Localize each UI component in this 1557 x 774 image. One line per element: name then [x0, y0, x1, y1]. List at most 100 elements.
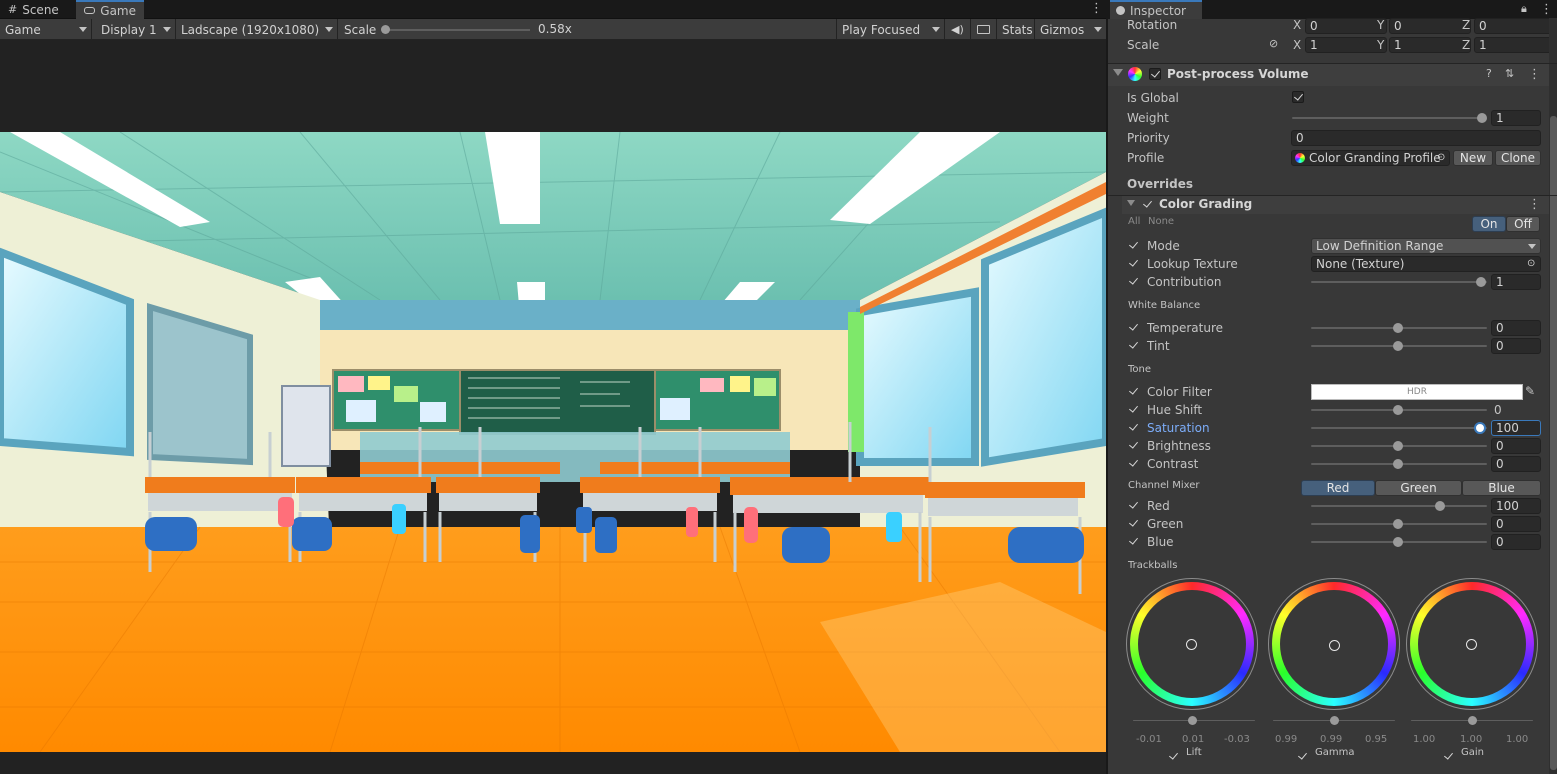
priority-field[interactable]: 0 [1291, 130, 1541, 146]
stats-button[interactable]: Stats [997, 19, 1035, 40]
lock-icon[interactable]: 🔒︎ [1521, 2, 1527, 16]
component-enabled-checkbox[interactable] [1149, 68, 1161, 80]
hue-shift-slider-handle[interactable] [1393, 405, 1403, 415]
temperature-field[interactable]: 0 [1491, 320, 1541, 336]
trackball-gamma-handle[interactable] [1329, 640, 1340, 651]
weight-slider-handle[interactable] [1477, 113, 1487, 123]
green-slider-handle[interactable] [1393, 519, 1403, 529]
mixer-tab-red[interactable]: Red [1301, 480, 1375, 496]
game-dropdown[interactable]: Game [0, 19, 92, 40]
link-icon[interactable]: ⊘ [1269, 37, 1278, 50]
hue-shift-field[interactable]: 0 [1494, 403, 1502, 417]
rotation-z-field[interactable]: 0 [1474, 18, 1556, 34]
collapse-triangle-icon[interactable] [1127, 200, 1135, 206]
weight-field[interactable]: 1 [1491, 110, 1541, 126]
tint-slider-handle[interactable] [1393, 341, 1403, 351]
more-menu-icon[interactable]: ⋮ [1090, 2, 1103, 15]
red-override-checkbox[interactable] [1128, 500, 1140, 512]
object-picker-icon[interactable]: ⊙ [1527, 257, 1535, 271]
mute-audio-button[interactable]: ◀) [945, 19, 971, 40]
trackball-lift-handle[interactable] [1186, 639, 1197, 650]
object-picker-icon[interactable]: ⊙ [1437, 151, 1445, 165]
mode-dropdown[interactable]: Low Definition Range [1311, 238, 1541, 254]
keyboard-shortcuts-button[interactable] [971, 19, 997, 40]
contribution-field[interactable]: 1 [1491, 274, 1541, 290]
scale-slider-track[interactable] [384, 29, 530, 31]
scale-x-field[interactable]: 1 [1305, 37, 1387, 53]
tab-scene[interactable]: # Scene [0, 0, 73, 19]
on-button[interactable]: On [1472, 216, 1506, 232]
blue-override-checkbox[interactable] [1128, 536, 1140, 548]
trackball-gain-handle[interactable] [1466, 639, 1477, 650]
gain-override-checkbox[interactable] [1443, 751, 1455, 763]
is-global-checkbox[interactable] [1292, 91, 1304, 103]
saturation-field[interactable]: 100 [1491, 420, 1541, 436]
lift-override-checkbox[interactable] [1168, 751, 1180, 763]
red-slider-track[interactable] [1311, 505, 1487, 507]
component-menu-icon[interactable]: ⋮ [1528, 68, 1541, 81]
weight-slider-track[interactable] [1292, 117, 1484, 119]
gamma-slider-handle[interactable] [1330, 716, 1339, 725]
green-override-checkbox[interactable] [1128, 518, 1140, 530]
temperature-slider-handle[interactable] [1393, 323, 1403, 333]
eyedropper-icon[interactable]: ✎ [1525, 384, 1535, 398]
hue-shift-override-checkbox[interactable] [1128, 404, 1140, 416]
red-field[interactable]: 100 [1491, 498, 1541, 514]
lift-slider-handle[interactable] [1188, 716, 1197, 725]
green-field[interactable]: 0 [1491, 516, 1541, 532]
tint-field[interactable]: 0 [1491, 338, 1541, 354]
collapse-triangle-icon[interactable] [1113, 69, 1123, 76]
red-slider-handle[interactable] [1435, 501, 1445, 511]
display-dropdown[interactable]: Display 1 [92, 19, 176, 40]
trackball-lift[interactable] [1126, 578, 1258, 710]
saturation-override-checkbox[interactable] [1128, 422, 1140, 434]
brightness-field[interactable]: 0 [1491, 438, 1541, 454]
brightness-override-checkbox[interactable] [1128, 440, 1140, 452]
lookup-texture-field[interactable]: None (Texture) ⊙ [1311, 256, 1541, 272]
gamma-override-checkbox[interactable] [1297, 751, 1309, 763]
trackball-gain[interactable] [1406, 578, 1538, 710]
contrast-override-checkbox[interactable] [1128, 458, 1140, 470]
tab-game[interactable]: Game [76, 0, 144, 19]
gain-slider-handle[interactable] [1468, 716, 1477, 725]
color-filter-swatch[interactable]: HDR [1311, 384, 1523, 400]
new-profile-button[interactable]: New [1453, 150, 1493, 166]
scale-slider-handle[interactable] [381, 25, 390, 34]
rotation-x-field[interactable]: 0 [1305, 18, 1387, 34]
color-grading-header[interactable]: Color Grading ⋮ [1122, 196, 1549, 214]
rotation-y-field[interactable]: 0 [1389, 18, 1471, 34]
temperature-override-checkbox[interactable] [1128, 322, 1140, 334]
preset-icon[interactable]: ⇅ [1505, 67, 1514, 80]
color-filter-override-checkbox[interactable] [1128, 386, 1140, 398]
help-icon[interactable]: ? [1486, 67, 1492, 80]
profile-field[interactable]: Color Granding Profile ⊙ [1291, 150, 1450, 166]
gizmos-dropdown[interactable]: Gizmos [1035, 19, 1106, 40]
tint-override-checkbox[interactable] [1128, 340, 1140, 352]
scale-z-field[interactable]: 1 [1474, 37, 1556, 53]
override-all-link[interactable]: All [1128, 216, 1140, 227]
effect-menu-icon[interactable]: ⋮ [1528, 198, 1541, 211]
scrollbar-thumb[interactable] [1550, 116, 1557, 770]
mixer-tab-green[interactable]: Green [1375, 480, 1462, 496]
saturation-slider-track[interactable] [1311, 427, 1487, 429]
contrast-field[interactable]: 0 [1491, 456, 1541, 472]
tab-inspector[interactable]: Inspector [1110, 0, 1202, 19]
lookup-override-checkbox[interactable] [1128, 258, 1140, 270]
post-process-volume-header[interactable]: Post-process Volume ? ⇅ ⋮ [1108, 64, 1549, 86]
trackball-gamma[interactable] [1268, 578, 1400, 710]
blue-field[interactable]: 0 [1491, 534, 1541, 550]
play-mode-dropdown[interactable]: Play Focused [836, 19, 945, 40]
brightness-slider-handle[interactable] [1393, 441, 1403, 451]
contribution-slider-track[interactable] [1311, 281, 1487, 283]
color-grading-enabled-checkbox[interactable] [1142, 199, 1154, 211]
clone-profile-button[interactable]: Clone [1495, 150, 1541, 166]
saturation-slider-handle[interactable] [1474, 422, 1486, 434]
blue-slider-handle[interactable] [1393, 537, 1403, 547]
off-button[interactable]: Off [1506, 216, 1540, 232]
resolution-dropdown[interactable]: Ladscape (1920x1080) [176, 19, 338, 40]
more-menu-icon[interactable]: ⋮ [1540, 3, 1553, 16]
scale-y-field[interactable]: 1 [1389, 37, 1471, 53]
mixer-tab-blue[interactable]: Blue [1462, 480, 1541, 496]
mode-override-checkbox[interactable] [1128, 240, 1140, 252]
override-none-link[interactable]: None [1148, 216, 1174, 227]
